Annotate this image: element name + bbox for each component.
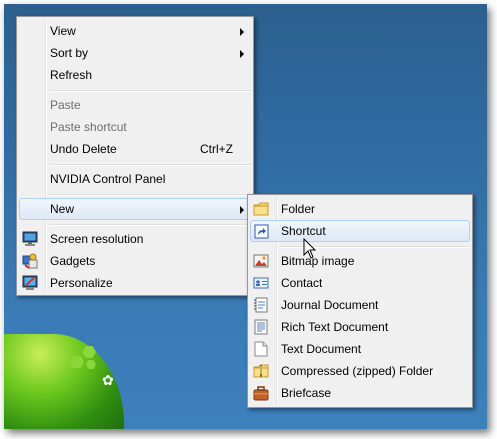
folder-icon <box>253 201 269 217</box>
menu-item-label: Briefcase <box>281 386 332 400</box>
bitmap-icon <box>253 253 269 269</box>
zip-folder-icon <box>253 363 269 379</box>
menu-separator <box>49 194 251 196</box>
submenu-item-journal-document[interactable]: Journal Document <box>250 294 470 316</box>
menu-item-view[interactable]: View <box>19 20 251 42</box>
menu-item-label: Bitmap image <box>281 254 355 268</box>
submenu-item-contact[interactable]: Contact <box>250 272 470 294</box>
menu-item-label: View <box>50 24 76 38</box>
menu-item-screen-resolution[interactable]: Screen resolution <box>19 228 251 250</box>
menu-item-label: Folder <box>281 202 316 216</box>
menu-item-paste: Paste <box>19 94 251 116</box>
menu-item-label: Sort by <box>50 46 89 60</box>
menu-item-label: Shortcut <box>281 224 326 238</box>
menu-item-label: New <box>50 202 75 216</box>
submenu-arrow-icon <box>240 28 244 36</box>
monitor-icon <box>22 231 38 247</box>
menu-item-label: Personalize <box>50 276 113 290</box>
mouse-cursor-icon <box>303 237 317 263</box>
submenu-item-bitmap-image[interactable]: Bitmap image <box>250 250 470 272</box>
menu-item-label: Compressed (zipped) Folder <box>281 364 434 378</box>
menu-item-label: NVIDIA Control Panel <box>50 172 166 186</box>
submenu-item-rich-text-document[interactable]: Rich Text Document <box>250 316 470 338</box>
submenu-item-compressed-folder[interactable]: Compressed (zipped) Folder <box>250 360 470 382</box>
new-submenu: Folder Shortcut Bitmap image Contact Jou… <box>247 194 473 408</box>
text-document-icon <box>253 341 269 357</box>
menu-item-label: Contact <box>281 276 323 290</box>
menu-separator <box>49 164 251 166</box>
menu-item-gadgets[interactable]: Gadgets <box>19 250 251 272</box>
butterfly-icon: ✿ <box>102 372 114 388</box>
menu-item-label: Paste <box>50 98 81 112</box>
shortcut-key-label: Ctrl+Z <box>200 142 233 156</box>
personalize-icon <box>22 275 38 291</box>
briefcase-icon <box>253 385 269 401</box>
submenu-item-shortcut[interactable]: Shortcut <box>250 220 470 242</box>
menu-item-new[interactable]: New <box>19 198 251 220</box>
menu-item-label: Screen resolution <box>50 232 144 246</box>
menu-item-sort-by[interactable]: Sort by <box>19 42 251 64</box>
gadgets-icon <box>22 253 38 269</box>
menu-item-undo-delete[interactable]: Undo Delete Ctrl+Z <box>19 138 251 160</box>
menu-item-paste-shortcut: Paste shortcut <box>19 116 251 138</box>
submenu-arrow-icon <box>240 50 244 58</box>
menu-item-personalize[interactable]: Personalize <box>19 272 251 294</box>
menu-separator <box>49 90 251 92</box>
menu-item-label: Paste shortcut <box>50 120 127 134</box>
menu-item-label: Rich Text Document <box>281 320 389 334</box>
contact-icon <box>253 275 269 291</box>
menu-item-label: Text Document <box>281 342 362 356</box>
submenu-item-briefcase[interactable]: Briefcase <box>250 382 470 404</box>
menu-item-label: Gadgets <box>50 254 96 268</box>
submenu-item-folder[interactable]: Folder <box>250 198 470 220</box>
menu-item-nvidia-control-panel[interactable]: NVIDIA Control Panel <box>19 168 251 190</box>
menu-item-refresh[interactable]: Refresh <box>19 64 251 86</box>
journal-icon <box>253 297 269 313</box>
menu-item-label: Undo Delete <box>50 142 117 156</box>
rich-text-icon <box>253 319 269 335</box>
submenu-arrow-icon <box>240 206 244 214</box>
menu-item-label: Refresh <box>50 68 93 82</box>
shortcut-icon <box>254 224 270 240</box>
menu-item-label: Journal Document <box>281 298 379 312</box>
submenu-item-text-document[interactable]: Text Document <box>250 338 470 360</box>
desktop-context-menu: View Sort by Refresh Paste Paste shortcu… <box>16 16 254 296</box>
menu-separator <box>49 224 251 226</box>
